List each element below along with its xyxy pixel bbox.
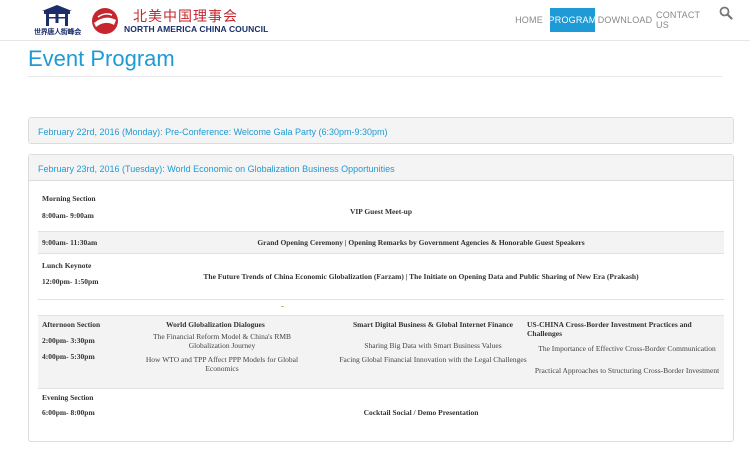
track-3-item-2: Practical Approaches to Structuring Cros…	[534, 366, 720, 375]
day2-panel-heading[interactable]: February 23rd, 2016 (Tuesday): World Eco…	[29, 155, 733, 181]
evening-event: Cocktail Social / Demo Presentation	[363, 408, 479, 417]
opening-event: Grand Opening Ceremony | Opening Remarks…	[257, 238, 585, 247]
schedule-row-afternoon: Afternoon Section 2:00pm- 3:30pm 4:00pm-…	[38, 315, 724, 389]
summit-logo[interactable]: 世界唐人街峰会	[34, 4, 81, 38]
site-header: 世界唐人街峰会 北美中国理事会 North America China Coun…	[0, 0, 750, 41]
schedule-row-opening: 9:00am- 11:30am Grand Opening Ceremony |…	[38, 232, 724, 254]
track-3-item-1: The Importance of Effective Cross-Border…	[538, 344, 716, 353]
afternoon-section-label: Afternoon Section	[42, 320, 101, 329]
track-2-title: Smart Digital Business & Global Internet…	[352, 320, 513, 329]
title-divider	[28, 76, 722, 77]
track-1-title: World Globalization Dialogues	[166, 320, 265, 329]
brand-name-english: North America China Council	[124, 24, 269, 34]
morning-section-label: Morning Section	[42, 194, 96, 203]
schedule-spacer	[38, 300, 724, 315]
morning-event: VIP Guest Meet-up	[349, 207, 413, 216]
evening-section-label: Evening Section	[42, 393, 94, 402]
day1-panel[interactable]: February 22rd, 2016 (Monday): Pre-Confer…	[28, 117, 734, 144]
nav-download[interactable]: DOWNLOAD	[598, 8, 652, 32]
nav-contact-us[interactable]: CONTACT US	[656, 8, 708, 32]
nav-program[interactable]: PROGRAM	[549, 8, 596, 32]
logo-caption: 世界唐人街峰会	[34, 28, 81, 36]
day2-panel: February 23rd, 2016 (Tuesday): World Eco…	[28, 154, 734, 442]
lunch-event: The Future Trends of China Economic Glob…	[203, 272, 639, 281]
afternoon-time-1: 2:00pm- 3:30pm	[42, 336, 95, 345]
day1-panel-heading[interactable]: February 22rd, 2016 (Monday): Pre-Confer…	[29, 118, 733, 143]
track-1-item-1: The Financial Reform Model & China's RMB…	[152, 332, 291, 350]
council-emblem-icon[interactable]	[90, 6, 120, 36]
gate-logo-icon	[42, 5, 72, 26]
afternoon-time-2: 4:00pm- 5:30pm	[42, 352, 95, 361]
brand-name-chinese: 北美中国理事会	[133, 9, 238, 25]
page-title: Event Program	[28, 46, 175, 71]
search-icon[interactable]	[719, 6, 733, 20]
schedule-row-morning: Morning Section 8:00am- 9:00am VIP Guest…	[38, 190, 724, 232]
track-3-title: US-CHINA Cross-Border Investment Practic…	[527, 320, 692, 338]
track-1-item-2: How WTO and TPP Affect PPP Models for Gl…	[145, 355, 299, 373]
track-2-item-1: Sharing Big Data with Smart Business Val…	[364, 341, 502, 350]
schedule-row-evening: Evening Section 6:00pm- 8:00pm Cocktail …	[38, 389, 724, 425]
divider-mark	[281, 306, 284, 307]
schedule-row-lunch: Lunch Keynote 12:00pm- 1:50pm The Future…	[38, 254, 724, 300]
lunch-section-label: Lunch Keynote	[42, 261, 92, 270]
track-2-item-2: Facing Global Financial Innovation with …	[339, 355, 527, 364]
nav-home[interactable]: HOME	[514, 8, 544, 32]
